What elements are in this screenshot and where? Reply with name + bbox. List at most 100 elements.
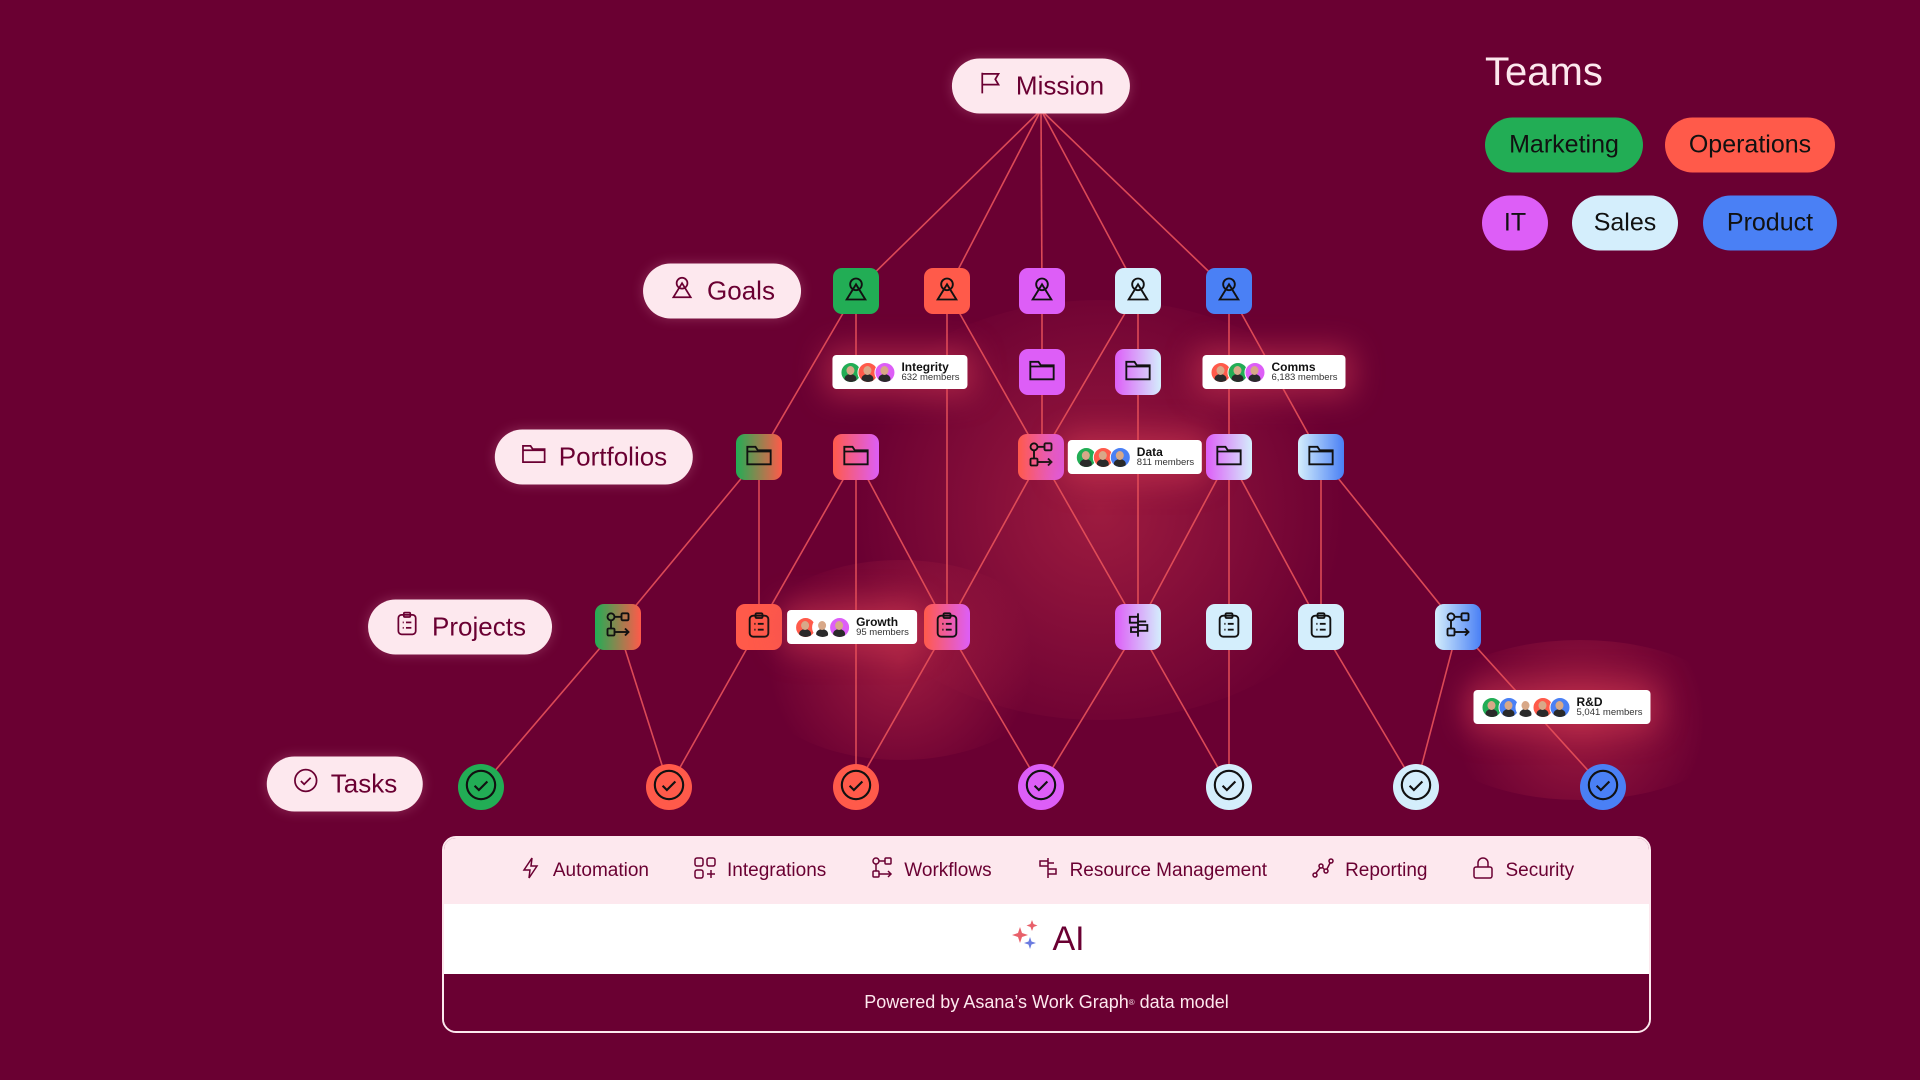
graph-edge bbox=[855, 626, 948, 788]
graph-edge bbox=[1040, 626, 1139, 788]
team-sales[interactable]: Sales bbox=[1572, 195, 1678, 251]
workflow-node[interactable] bbox=[1435, 604, 1481, 650]
goal-icon bbox=[1028, 275, 1056, 308]
task-node[interactable] bbox=[1393, 764, 1439, 810]
check-circle-icon bbox=[1212, 768, 1246, 807]
teams-title: Teams bbox=[1485, 50, 1603, 94]
portfolio-node[interactable] bbox=[1019, 349, 1065, 395]
feature-integrations[interactable]: Integrations bbox=[693, 856, 826, 886]
avatar bbox=[1244, 361, 1266, 383]
graph-edge bbox=[1228, 456, 1322, 628]
portfolios-pill[interactable]: Portfolios bbox=[494, 429, 694, 485]
graph-edge bbox=[1040, 109, 1230, 292]
graph-edge bbox=[1137, 626, 1230, 788]
footer-text-end: data model bbox=[1134, 992, 1229, 1012]
goal-node-product[interactable] bbox=[1206, 268, 1252, 314]
project-node[interactable] bbox=[736, 604, 782, 650]
goal-icon bbox=[1124, 275, 1152, 308]
team-card-data[interactable]: Data 811 members bbox=[1067, 440, 1203, 474]
project-node[interactable] bbox=[1206, 604, 1252, 650]
signpost-icon bbox=[1124, 611, 1152, 644]
portfolio-node[interactable] bbox=[833, 434, 879, 480]
workflow-icon bbox=[1444, 611, 1472, 644]
graph-edge bbox=[1415, 626, 1459, 788]
tasks-label: Tasks bbox=[330, 768, 398, 799]
team-operations[interactable]: Operations bbox=[1665, 117, 1835, 173]
task-node[interactable] bbox=[458, 764, 504, 810]
graph-edge bbox=[668, 626, 760, 788]
avatar-group bbox=[1210, 361, 1266, 383]
graph-edge bbox=[758, 456, 857, 628]
feature-resource-management[interactable]: Resource Management bbox=[1036, 856, 1267, 886]
folder-icon bbox=[1124, 356, 1152, 389]
goal-node-marketing[interactable] bbox=[833, 268, 879, 314]
goals-pill[interactable]: Goals bbox=[643, 263, 801, 319]
graph-edge bbox=[946, 456, 1042, 628]
check-circle-icon bbox=[1586, 768, 1620, 807]
member-count: 5,041 members bbox=[1576, 707, 1643, 719]
feature-label: Reporting bbox=[1345, 860, 1428, 881]
feature-reporting[interactable]: Reporting bbox=[1311, 856, 1427, 886]
team-product[interactable]: Product bbox=[1703, 195, 1837, 251]
goal-icon bbox=[842, 275, 870, 308]
graph-edge bbox=[946, 626, 1042, 788]
sparkle-icon bbox=[1008, 917, 1044, 962]
workflow-icon bbox=[870, 856, 894, 886]
project-node[interactable] bbox=[924, 604, 970, 650]
folder-icon bbox=[842, 441, 870, 474]
portfolio-node[interactable] bbox=[1298, 434, 1344, 480]
feature-label: Automation bbox=[552, 860, 649, 881]
graph-edge bbox=[1040, 456, 1139, 628]
graph-edge bbox=[1320, 626, 1417, 788]
footer-text: Powered by Asana’s Work Graph bbox=[864, 992, 1129, 1012]
folder-icon bbox=[745, 441, 773, 474]
feature-automation[interactable]: Automation bbox=[519, 856, 649, 886]
check-circle-icon bbox=[839, 768, 873, 807]
member-count: 95 members bbox=[856, 627, 909, 639]
clipboard-icon bbox=[1215, 611, 1243, 644]
member-count: 632 members bbox=[901, 372, 960, 384]
team-card-comms[interactable]: Comms 6,183 members bbox=[1202, 355, 1346, 389]
task-node[interactable] bbox=[1206, 764, 1252, 810]
task-node[interactable] bbox=[1580, 764, 1626, 810]
feature-label: Integrations bbox=[727, 860, 827, 881]
team-card-rnd[interactable]: R&D 5,041 members bbox=[1473, 690, 1651, 724]
feature-label: Workflows bbox=[904, 860, 992, 881]
check-circle-icon bbox=[1024, 768, 1058, 807]
portfolio-node[interactable] bbox=[736, 434, 782, 480]
avatar bbox=[1549, 696, 1571, 718]
goal-node-sales[interactable] bbox=[1115, 268, 1161, 314]
avatar-group bbox=[795, 616, 851, 638]
portfolios-label: Portfolios bbox=[558, 441, 668, 472]
task-node[interactable] bbox=[646, 764, 692, 810]
workflow-icon bbox=[1027, 441, 1055, 474]
task-node[interactable] bbox=[1018, 764, 1064, 810]
team-marketing[interactable]: Marketing bbox=[1485, 117, 1643, 173]
projects-pill[interactable]: Projects bbox=[368, 599, 552, 655]
goal-node-it[interactable] bbox=[1019, 268, 1065, 314]
task-node[interactable] bbox=[833, 764, 879, 810]
tasks-pill[interactable]: Tasks bbox=[266, 756, 424, 812]
team-card-growth[interactable]: Growth 95 members bbox=[787, 610, 917, 644]
projects-label: Projects bbox=[432, 611, 526, 642]
team-card-integrity[interactable]: Integrity 632 members bbox=[832, 355, 968, 389]
graph-edge bbox=[1040, 109, 1043, 292]
portfolio-node[interactable] bbox=[1115, 349, 1161, 395]
signpost-icon bbox=[1036, 856, 1060, 886]
feature-workflows[interactable]: Workflows bbox=[870, 856, 992, 886]
ai-row: AI bbox=[444, 904, 1649, 974]
team-it[interactable]: IT bbox=[1482, 195, 1548, 251]
goal-node-operations[interactable] bbox=[924, 268, 970, 314]
lock-icon bbox=[1471, 856, 1495, 886]
graph-edge bbox=[1137, 456, 1230, 628]
resource-node[interactable] bbox=[1115, 604, 1161, 650]
check-circle-icon bbox=[464, 768, 498, 807]
portfolio-node[interactable] bbox=[1206, 434, 1252, 480]
workflow-node[interactable] bbox=[1018, 434, 1064, 480]
line-chart-icon bbox=[1311, 856, 1335, 886]
workflow-node[interactable] bbox=[595, 604, 641, 650]
mission-pill[interactable]: Mission bbox=[951, 58, 1131, 114]
graph-edge bbox=[1320, 456, 1459, 628]
feature-security[interactable]: Security bbox=[1471, 856, 1574, 886]
project-node[interactable] bbox=[1298, 604, 1344, 650]
